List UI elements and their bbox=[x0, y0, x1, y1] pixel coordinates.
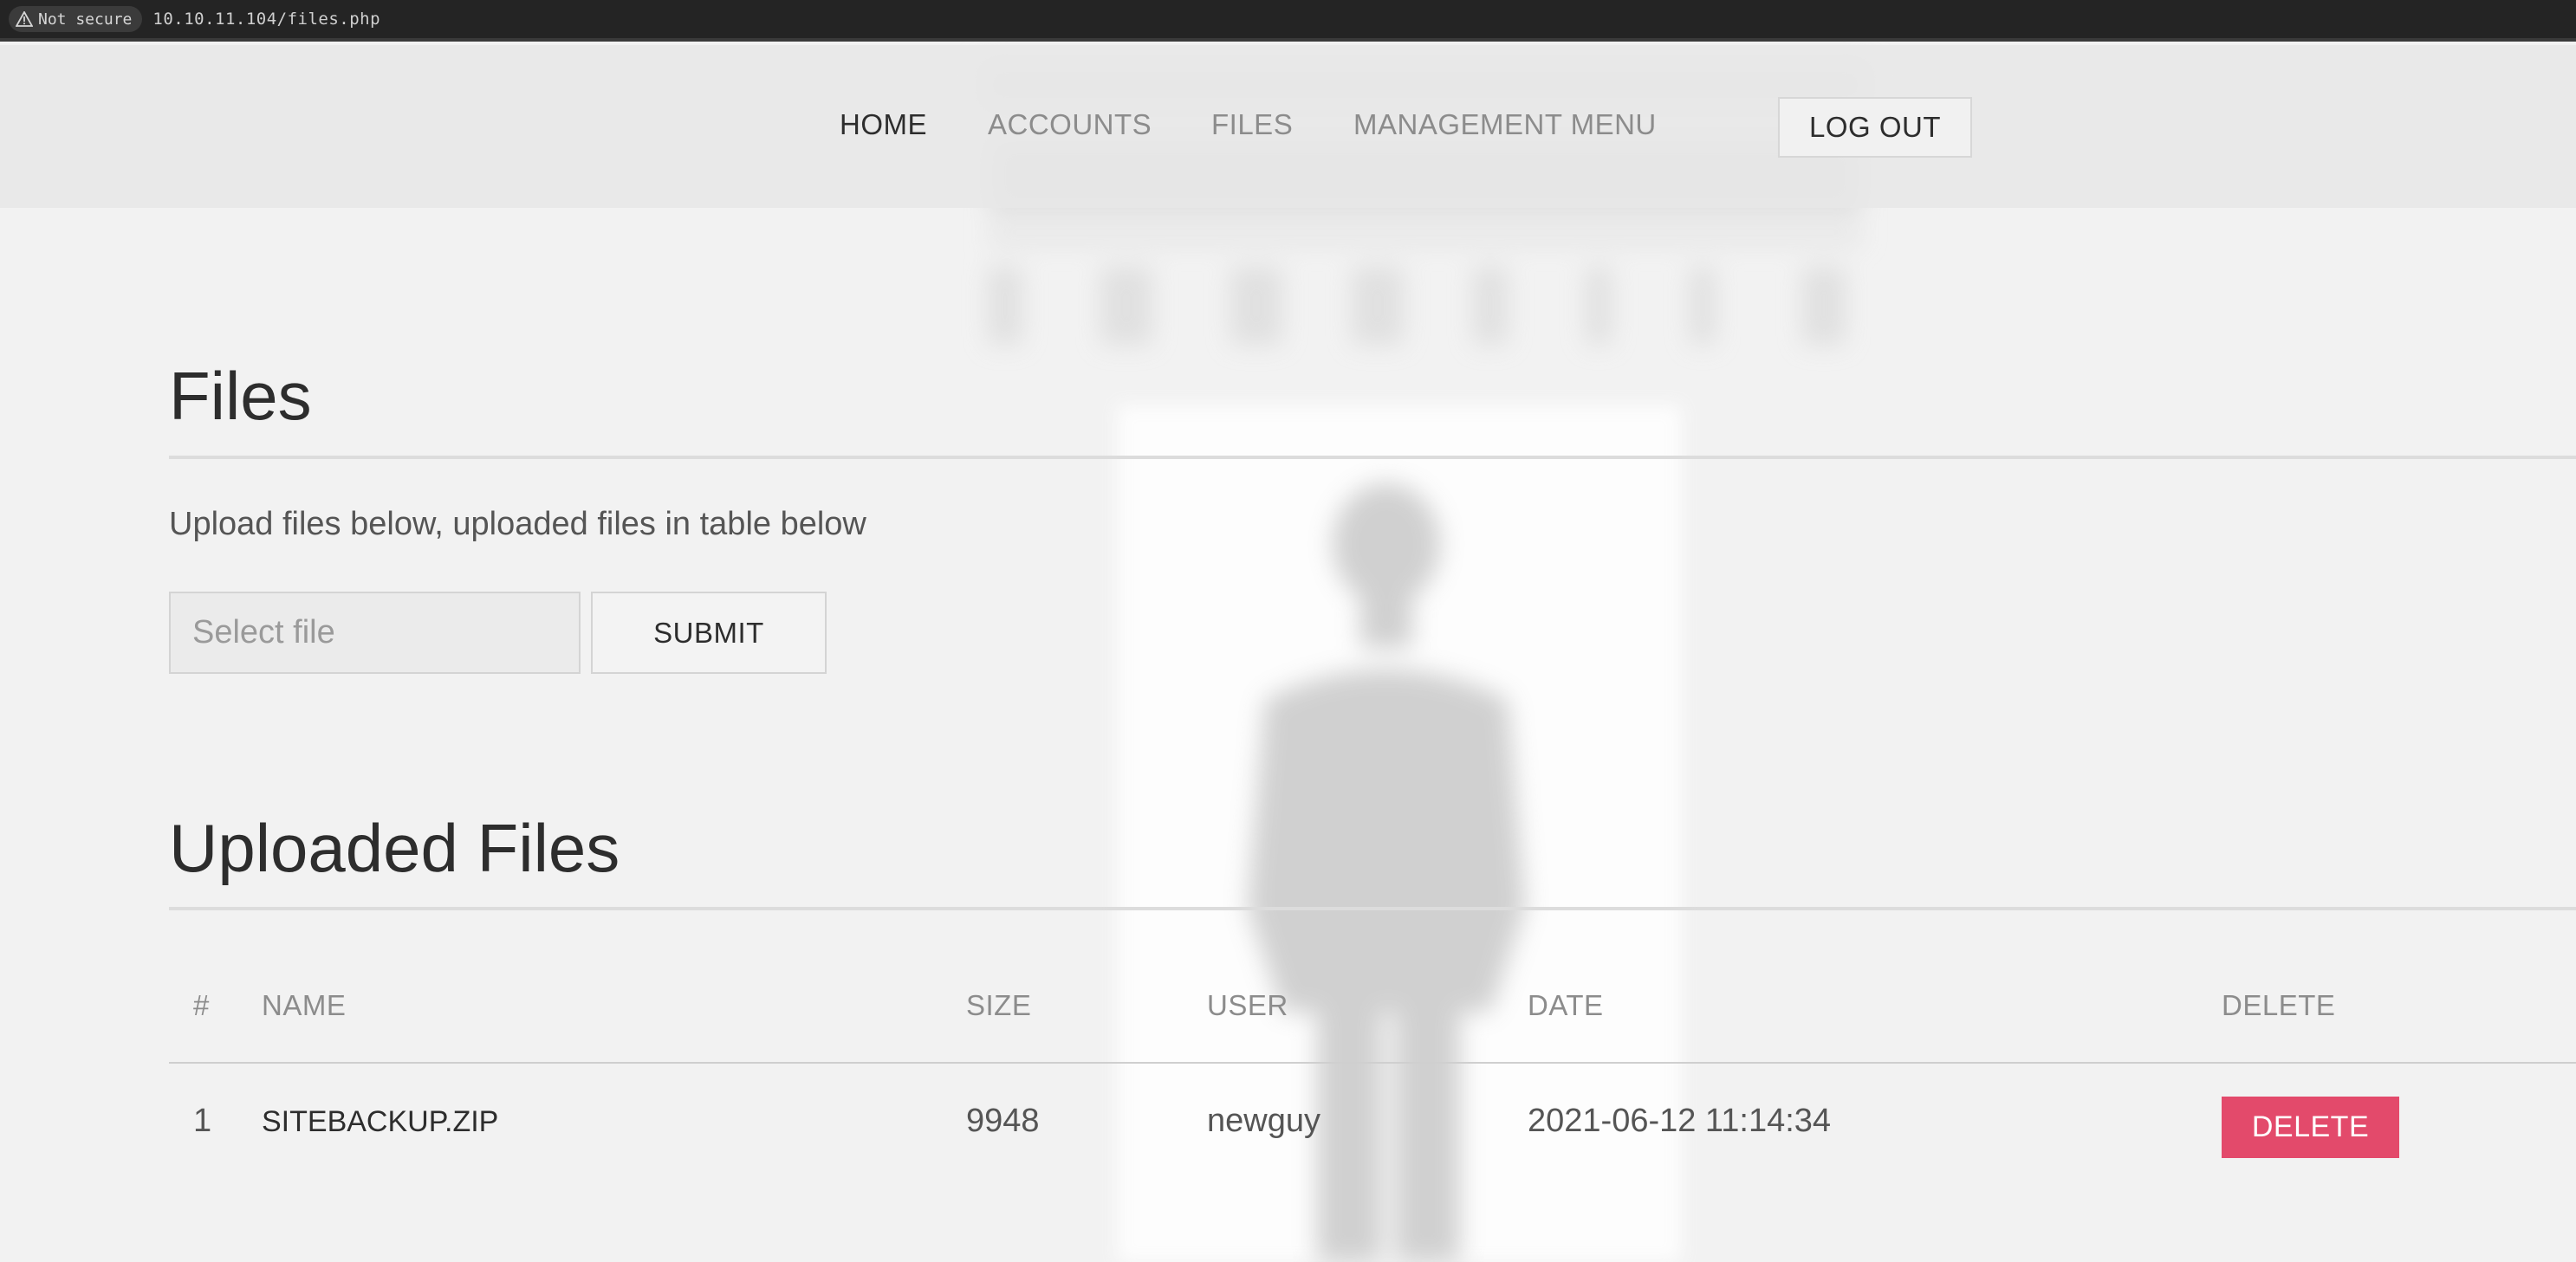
column-header-size: SIZE bbox=[966, 989, 1032, 1021]
delete-button[interactable]: DELETE bbox=[2222, 1097, 2399, 1158]
cell-size: 9948 bbox=[966, 1103, 1040, 1139]
column-header-name: NAME bbox=[262, 989, 347, 1021]
warning-icon bbox=[16, 11, 33, 27]
nav-item-management-menu[interactable]: MANAGEMENT MENU bbox=[1353, 108, 1657, 141]
security-indicator[interactable]: Not secure bbox=[9, 6, 143, 32]
file-select-input[interactable]: Select file bbox=[169, 592, 581, 674]
nav-item-home[interactable]: HOME bbox=[840, 108, 927, 141]
nav-item-files[interactable]: FILES bbox=[1211, 108, 1293, 141]
uploaded-files-divider bbox=[169, 907, 2576, 910]
files-subtitle: Upload files below, uploaded files in ta… bbox=[169, 506, 866, 542]
column-header-user: USER bbox=[1207, 989, 1288, 1021]
background-silhouette-image bbox=[979, 59, 1872, 1262]
nav-item-accounts[interactable]: ACCOUNTS bbox=[988, 108, 1152, 141]
files-divider bbox=[169, 456, 2576, 459]
column-header-delete: DELETE bbox=[2222, 989, 2336, 1021]
submit-button[interactable]: SUBMIT bbox=[591, 592, 827, 674]
logout-button[interactable]: LOG OUT bbox=[1778, 97, 1972, 158]
column-header-number: # bbox=[193, 989, 210, 1021]
page: Not secure 10.10.11.104/files.php HOME A… bbox=[0, 0, 2576, 1262]
cell-user: newguy bbox=[1207, 1103, 1320, 1139]
security-label: Not secure bbox=[38, 10, 133, 29]
cell-file-name: SITEBACKUP.ZIP bbox=[262, 1105, 499, 1138]
browser-address-bar: Not secure 10.10.11.104/files.php bbox=[0, 0, 2576, 42]
column-header-date: DATE bbox=[1528, 989, 1604, 1021]
files-heading: Files bbox=[169, 358, 312, 434]
cell-number: 1 bbox=[193, 1103, 212, 1139]
cell-date: 2021-06-12 11:14:34 bbox=[1528, 1103, 1832, 1139]
uploaded-files-heading: Uploaded Files bbox=[169, 810, 620, 886]
url-field[interactable]: 10.10.11.104/files.php bbox=[152, 10, 380, 29]
table-divider bbox=[169, 1062, 2576, 1064]
